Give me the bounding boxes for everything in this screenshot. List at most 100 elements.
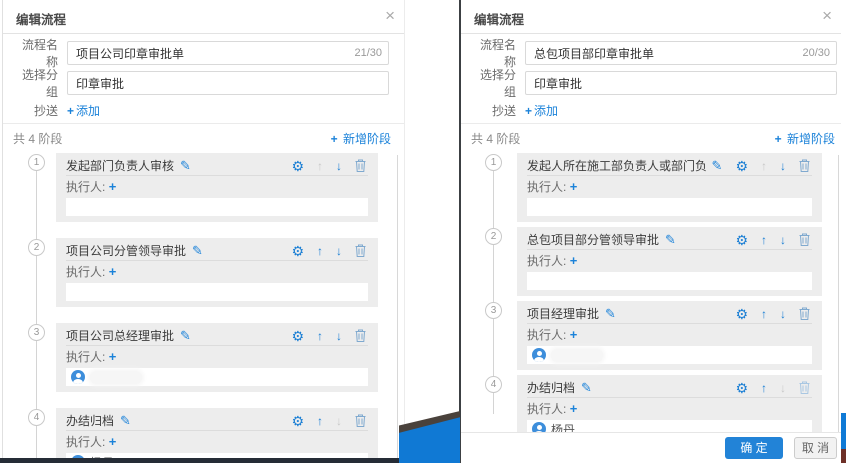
close-icon[interactable]: × xyxy=(385,5,395,27)
redacted-name xyxy=(90,371,142,384)
gear-icon[interactable]: ⚙ xyxy=(291,243,304,259)
gear-icon[interactable]: ⚙ xyxy=(735,158,748,174)
edit-icon[interactable]: ✎ xyxy=(180,328,191,344)
stage-card: 项目公司总经理审批 ✎ ⚙ ↑ ↓ 执行人: + xyxy=(56,323,378,392)
move-down-icon[interactable]: ↓ xyxy=(780,158,786,174)
process-name-input[interactable] xyxy=(67,41,389,65)
process-name-row: 流程名称 20/30 xyxy=(471,41,839,65)
trash-icon[interactable] xyxy=(799,233,810,246)
edit-icon[interactable]: ✎ xyxy=(581,380,592,396)
stage-number: 2 xyxy=(28,239,45,256)
member-box xyxy=(527,346,812,364)
stage-item: 2 项目公司分管领导审批 ✎ ⚙ ↑ ↓ 执行人: + xyxy=(56,238,404,307)
add-executor-button[interactable]: + xyxy=(109,264,117,279)
stage-title: 办结归档 xyxy=(527,379,575,396)
stage-title: 发起部门负责人审核 xyxy=(66,157,174,174)
add-executor-button[interactable]: + xyxy=(570,179,578,194)
stage-card: 发起人所在施工部负责人或部门负责... ✎ ⚙ ↑ ↓ 执行人: + xyxy=(517,153,822,222)
edit-process-dialog-right: 编辑流程 × 流程名称 20/30 选择分组 抄送 +添加 xyxy=(459,0,841,463)
move-up-icon: ↑ xyxy=(761,158,767,174)
process-name-input[interactable] xyxy=(525,41,837,65)
close-icon[interactable]: × xyxy=(822,5,832,27)
move-up-icon[interactable]: ↑ xyxy=(761,380,767,396)
edit-icon[interactable]: ✎ xyxy=(712,158,723,174)
executor-row: 执行人: + xyxy=(66,348,368,366)
trash-icon[interactable] xyxy=(355,244,366,257)
trash-icon[interactable] xyxy=(355,414,366,427)
move-up-icon[interactable]: ↑ xyxy=(761,232,767,248)
gear-icon[interactable]: ⚙ xyxy=(291,158,304,174)
gear-icon[interactable]: ⚙ xyxy=(735,306,748,322)
move-up-icon[interactable]: ↑ xyxy=(761,306,767,322)
stage-card: 办结归档 ✎ ⚙ ↑ ↓ 执行人: + 杨丹 xyxy=(56,408,378,463)
stage-title: 项目公司分管领导审批 xyxy=(66,242,186,259)
trash-icon[interactable] xyxy=(355,329,366,342)
cc-row: 抄送 +添加 xyxy=(471,101,841,119)
trash-icon[interactable] xyxy=(355,159,366,172)
group-label: 选择分组 xyxy=(13,66,58,100)
cc-row: 抄送 +添加 xyxy=(13,101,404,119)
member-box xyxy=(66,283,368,301)
dialog-footer: 确 定 取 消 xyxy=(461,432,841,463)
move-down-icon[interactable]: ↓ xyxy=(780,306,786,322)
move-up-icon: ↑ xyxy=(317,158,323,174)
stage-number: 1 xyxy=(28,154,45,171)
add-executor-button[interactable]: + xyxy=(570,327,578,342)
member-box xyxy=(66,368,368,386)
move-up-icon[interactable]: ↑ xyxy=(317,243,323,259)
stage-item: 4 办结归档 ✎ ⚙ ↑ ↓ 执行人: + 杨丹 xyxy=(56,408,404,463)
stage-item: 2 总包项目部分管领导审批 ✎ ⚙ ↑ ↓ 执行人: + xyxy=(517,227,841,296)
cc-add-button[interactable]: +添加 xyxy=(67,102,100,119)
add-stage-button[interactable]: + 新增阶段 xyxy=(775,130,835,147)
plus-icon: + xyxy=(525,104,532,118)
screenshot-bottom-edge xyxy=(0,458,407,463)
add-executor-button[interactable]: + xyxy=(570,401,578,416)
stage-title: 总包项目部分管领导审批 xyxy=(527,231,659,248)
gear-icon[interactable]: ⚙ xyxy=(735,380,748,396)
member-box xyxy=(66,198,368,216)
stages-bar: 共 4 阶段 + 新增阶段 xyxy=(3,124,404,153)
add-stage-button[interactable]: + 新增阶段 xyxy=(331,130,391,147)
edit-icon[interactable]: ✎ xyxy=(605,306,616,322)
move-down-icon[interactable]: ↓ xyxy=(336,158,342,174)
confirm-button[interactable]: 确 定 xyxy=(725,437,783,459)
stage-number: 4 xyxy=(485,376,502,393)
stage-title: 项目经理审批 xyxy=(527,305,599,322)
group-input[interactable] xyxy=(67,71,389,95)
add-executor-button[interactable]: + xyxy=(570,253,578,268)
edit-icon[interactable]: ✎ xyxy=(665,232,676,248)
stage-title: 办结归档 xyxy=(66,412,114,429)
move-down-icon[interactable]: ↓ xyxy=(336,328,342,344)
add-executor-button[interactable]: + xyxy=(109,179,117,194)
move-up-icon[interactable]: ↑ xyxy=(317,328,323,344)
edit-icon[interactable]: ✎ xyxy=(192,243,203,259)
edit-icon[interactable]: ✎ xyxy=(180,158,191,174)
edit-icon[interactable]: ✎ xyxy=(120,413,131,429)
char-counter: 20/30 xyxy=(802,47,830,59)
stage-card: 总包项目部分管领导审批 ✎ ⚙ ↑ ↓ 执行人: + xyxy=(517,227,822,296)
cancel-button[interactable]: 取 消 xyxy=(794,437,837,459)
process-name-label: 流程名称 xyxy=(13,36,58,70)
stage-number: 3 xyxy=(28,324,45,341)
stages-bar: 共 4 阶段 + 新增阶段 xyxy=(461,124,841,153)
stage-count: 共 4 阶段 xyxy=(471,130,520,147)
move-down-icon[interactable]: ↓ xyxy=(780,232,786,248)
executor-row: 执行人: + xyxy=(527,326,812,344)
gear-icon[interactable]: ⚙ xyxy=(291,413,304,429)
trash-icon[interactable] xyxy=(799,381,810,394)
add-executor-button[interactable]: + xyxy=(109,434,117,449)
trash-icon[interactable] xyxy=(799,307,810,320)
trash-icon[interactable] xyxy=(799,159,810,172)
stage-item: 3 项目经理审批 ✎ ⚙ ↑ ↓ 执行人: + xyxy=(517,301,841,370)
gear-icon[interactable]: ⚙ xyxy=(291,328,304,344)
stage-number: 4 xyxy=(28,409,45,426)
dialog-title: 编辑流程 xyxy=(16,9,66,28)
move-down-icon[interactable]: ↓ xyxy=(336,243,342,259)
cc-add-button[interactable]: +添加 xyxy=(525,102,558,119)
gear-icon[interactable]: ⚙ xyxy=(735,232,748,248)
add-executor-button[interactable]: + xyxy=(109,349,117,364)
move-up-icon[interactable]: ↑ xyxy=(317,413,323,429)
group-input[interactable] xyxy=(525,71,837,95)
stage-title: 项目公司总经理审批 xyxy=(66,327,174,344)
dialog-header: 编辑流程 × xyxy=(461,0,841,34)
